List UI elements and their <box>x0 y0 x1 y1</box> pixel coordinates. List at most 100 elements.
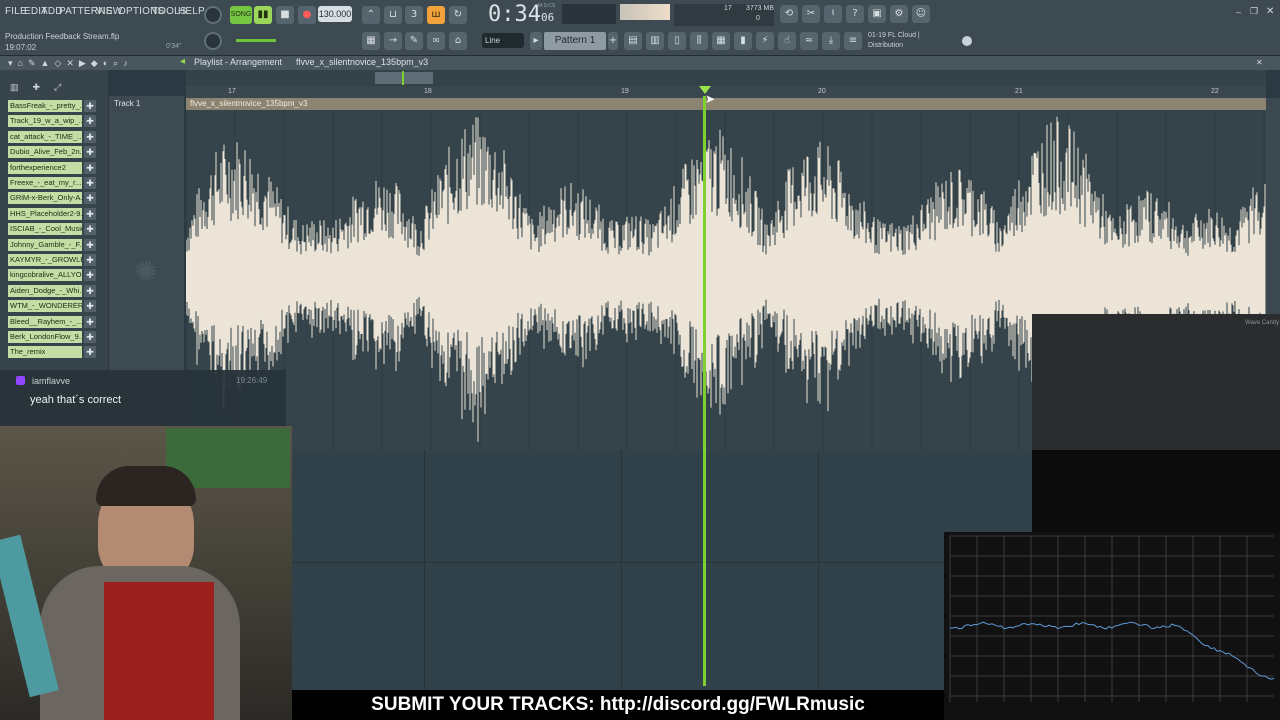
playlist-arrow-icon[interactable]: ◂ <box>180 56 185 67</box>
overview-strip[interactable] <box>186 70 1266 86</box>
playlist-clip-name[interactable]: flvve_x_silentnovice_135bpm_v3 <box>296 57 428 67</box>
picker-item[interactable]: KAYMYR_-_GROWLER... <box>8 254 82 266</box>
time-main: 0:34 <box>488 2 541 27</box>
prev-pattern-icon[interactable]: ▸ <box>530 32 542 50</box>
cut-icon[interactable]: ✂ <box>802 5 820 23</box>
picker-item-add-icon[interactable]: ✚ <box>84 269 96 282</box>
download-icon[interactable]: ⤓ <box>822 32 840 50</box>
timeline-ruler[interactable] <box>186 86 1266 98</box>
news-icon[interactable]: ≡ <box>844 32 862 50</box>
song-mode-toggle[interactable]: SONG <box>230 6 252 24</box>
picker-item-add-icon[interactable]: ✚ <box>84 223 96 236</box>
countdown-icon[interactable]: 3 <box>405 6 423 24</box>
chat-icon[interactable]: ☺ <box>912 5 930 23</box>
picker-item-add-icon[interactable]: ✚ <box>84 254 96 266</box>
audio-clip-header[interactable]: flvve_x_silentnovice_135bpm_v3 <box>186 98 1266 110</box>
peak-meter <box>620 4 670 20</box>
picker-item[interactable]: kingcobralive_ALLYO... <box>8 269 82 282</box>
picker-item-add-icon[interactable]: ✚ <box>84 284 96 297</box>
wait-input-icon[interactable]: ⊔ <box>384 6 402 24</box>
touch-icon[interactable]: ☝ <box>778 32 796 50</box>
record-button[interactable]: ● <box>298 6 316 24</box>
track-name[interactable]: Track 1 <box>114 99 140 108</box>
picker-item-add-icon[interactable]: ✚ <box>84 161 96 174</box>
picker-item[interactable]: HHS_Placeholder2-9... <box>8 207 82 220</box>
undo-icon[interactable]: ⟲ <box>780 5 798 23</box>
picker-item[interactable]: Berk_LondonFlow_9... <box>8 331 82 343</box>
globe-icon[interactable] <box>962 36 972 46</box>
picker-item-add-icon[interactable]: ✚ <box>84 207 96 220</box>
playlist-tools[interactable]: ▾⌂✎▲◇✕▶◆◐⌕♪ <box>8 58 178 68</box>
snap-select[interactable]: Line <box>482 33 524 48</box>
piano-roll-icon[interactable]: ▦ <box>362 32 380 50</box>
track-header[interactable] <box>108 96 184 396</box>
picker-toolbar[interactable]: ▥✚⤢ <box>10 82 100 94</box>
overview-scroll-handle[interactable] <box>375 72 433 84</box>
mixer-icon[interactable]: ⫼ <box>690 32 708 50</box>
playhead[interactable] <box>703 96 706 686</box>
menu-help[interactable]: HELP <box>178 6 205 17</box>
save-icon[interactable]: ▣ <box>868 5 886 23</box>
maximize-icon[interactable]: ❐ <box>1250 6 1260 16</box>
picker-item-add-icon[interactable]: ✚ <box>84 177 96 189</box>
step-edit-icon[interactable]: ш <box>427 6 445 24</box>
playlist-icon[interactable]: ▤ <box>624 32 642 50</box>
picker-item[interactable]: Dubio_Alive_Feb_2n... <box>8 146 82 159</box>
draw-tool-icon[interactable]: ✎ <box>405 32 423 50</box>
piano-icon[interactable]: ▯ <box>668 32 686 50</box>
picker-item-add-icon[interactable]: ✚ <box>84 346 96 359</box>
bar-gridline <box>621 450 622 690</box>
stop-button[interactable]: ■ <box>276 6 294 24</box>
news-line2[interactable]: Distribution <box>868 42 903 49</box>
add-pattern-icon[interactable]: + <box>608 32 618 50</box>
loop-record-icon[interactable]: ↻ <box>449 6 467 24</box>
picker-item-add-icon[interactable]: ✚ <box>84 100 96 112</box>
picker-item[interactable]: BassFreak_-_pretty_... <box>8 100 82 112</box>
tempo-display[interactable]: 130.000 <box>318 6 352 22</box>
picker-item[interactable]: Johnny_Gamble_-_F... <box>8 238 82 251</box>
picker-item[interactable]: The_remix <box>8 346 82 359</box>
master-volume-knob[interactable] <box>204 6 222 24</box>
browser-icon[interactable]: ▦ <box>712 32 730 50</box>
arrow-tool-icon[interactable]: → <box>384 32 402 50</box>
empty-track-lanes[interactable] <box>292 450 1032 690</box>
picker-item[interactable]: Freexe_-_eat_my_r... <box>8 177 82 189</box>
file-icon[interactable]: ▮ <box>734 32 752 50</box>
picker-item-add-icon[interactable]: ✚ <box>84 300 96 313</box>
picker-item[interactable]: ISCIAB_-_Cool_Music... <box>8 223 82 236</box>
playlist-close-icon[interactable]: ✕ <box>1256 58 1276 68</box>
metronome-icon[interactable]: ⌃ <box>362 6 380 24</box>
fl-studio-window: FILE EDIT ADD PATTERNS VIEW OPTIONS TOOL… <box>0 0 1280 720</box>
picker-item-add-icon[interactable]: ✚ <box>84 130 96 143</box>
master-pitch-knob[interactable] <box>204 32 222 50</box>
render-icon[interactable]: ≈ <box>800 32 818 50</box>
picker-item-add-icon[interactable]: ✚ <box>84 315 96 328</box>
picker-item-add-icon[interactable]: ✚ <box>84 331 96 343</box>
picker-item-add-icon[interactable]: ✚ <box>84 192 96 205</box>
picker-item-add-icon[interactable]: ✚ <box>84 238 96 251</box>
mic-icon[interactable]: ♮ <box>824 5 842 23</box>
play-button[interactable]: ▮▮ <box>254 6 272 24</box>
link-icon[interactable]: ∞ <box>427 32 445 50</box>
picker-item[interactable]: Bleed__Rayhem_-_... <box>8 315 82 328</box>
pattern-selector[interactable]: Pattern 1 <box>544 32 606 50</box>
channel-rack-icon[interactable]: ▥ <box>646 32 664 50</box>
picker-item[interactable]: cat_attack_-_TIME_... <box>8 130 82 143</box>
picker-item[interactable]: Aiden_Dodge_-_Whi... <box>8 284 82 297</box>
picker-item[interactable]: WTM_-_WONDERER_... <box>8 300 82 313</box>
plugin-icon[interactable]: ⚡ <box>756 32 774 50</box>
close-icon[interactable]: ✕ <box>1266 6 1276 17</box>
picker-item-add-icon[interactable]: ✚ <box>84 115 96 128</box>
picker-item-add-icon[interactable]: ✚ <box>84 146 96 159</box>
chat-username: iamflavve <box>32 376 71 386</box>
minimize-icon[interactable]: – <box>1236 8 1246 17</box>
midi-icon[interactable]: ⚙ <box>890 5 908 23</box>
master-slider[interactable] <box>236 39 276 42</box>
vertical-scrollbar[interactable] <box>1266 98 1280 314</box>
picker-item[interactable]: GRiM-x-Berk_Only-A... <box>8 192 82 205</box>
picker-item[interactable]: Track_19_w_a_wip_... <box>8 115 82 128</box>
news-line1[interactable]: 01-19 FL Cloud | <box>868 32 920 39</box>
picker-item[interactable]: forthexperience2 <box>8 161 82 174</box>
stamp-icon[interactable]: ⌂ <box>449 32 467 50</box>
help-icon[interactable]: ? <box>846 5 864 23</box>
